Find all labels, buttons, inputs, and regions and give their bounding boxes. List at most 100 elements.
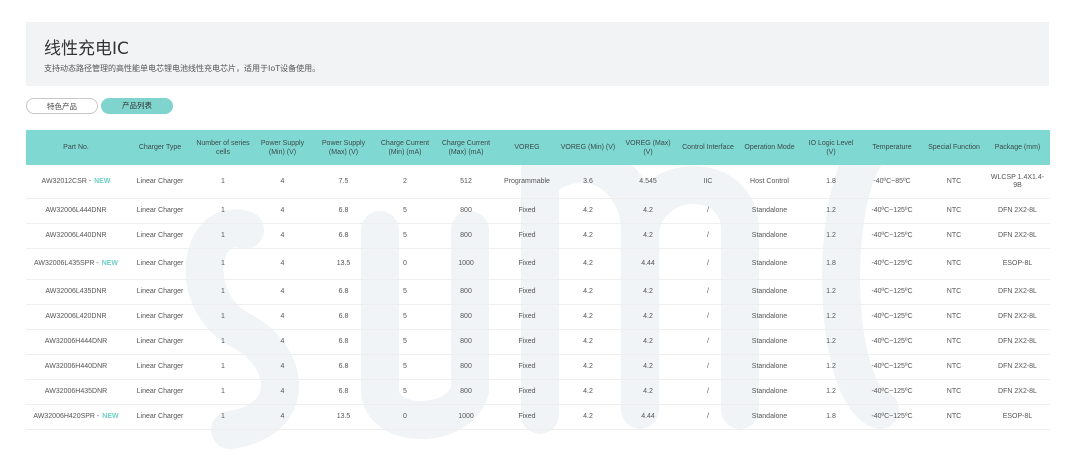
table-cell: /: [678, 354, 738, 380]
table-cell: NTC: [923, 198, 985, 224]
table-cell: Standalone: [738, 304, 801, 330]
part-number-cell[interactable]: AW32006L440DNR: [26, 223, 126, 249]
table-cell: 800: [436, 354, 496, 380]
table-cell: 4.2: [618, 198, 678, 224]
table-cell: 800: [436, 379, 496, 405]
part-number-cell[interactable]: AW32006H440DNR: [26, 354, 126, 380]
table-cell: 5: [374, 198, 436, 224]
table-cell: 1.8: [801, 165, 861, 199]
table-row[interactable]: AW32006L444DNR Linear Charger 1 4 6.8 5 800 Fix…: [26, 198, 1050, 224]
table-row[interactable]: AW32006L435SPR - NEW Linear Charger 1 4 13.5 0…: [26, 248, 1050, 280]
part-number[interactable]: AW32006L435SPR: [34, 260, 94, 267]
table-cell: 5: [374, 304, 436, 330]
part-number[interactable]: AW32012CSR: [42, 178, 87, 185]
part-number[interactable]: AW32006L435DNR: [45, 288, 106, 295]
table-cell: 1: [194, 198, 252, 224]
table-cell: -40ºC~125ºC: [861, 379, 923, 405]
table-cell: 1: [194, 354, 252, 380]
table-cell: NTC: [923, 165, 985, 199]
table-row[interactable]: AW32006H444DNR Linear Charger 1 4 6.8 5 800 Fix…: [26, 329, 1050, 355]
separator: -: [94, 413, 100, 420]
table-cell: 4.545: [618, 165, 678, 199]
column-header: Power Supply (Min) (V): [260, 139, 305, 156]
table-cell: 4: [252, 304, 313, 330]
table-cell: /: [678, 223, 738, 249]
table-row[interactable]: AW32006H420SPR - NEW Linear Charger 1 4 13.5 0…: [26, 404, 1050, 430]
part-number-cell[interactable]: AW32006L444DNR: [26, 198, 126, 224]
table-cell: NTC: [923, 404, 985, 430]
table-cell: 4.2: [558, 304, 618, 330]
table-cell: 6.8: [313, 354, 374, 380]
table-cell: 7.5: [313, 165, 374, 199]
table-cell: 13.5: [313, 248, 374, 280]
table-cell: 1: [194, 304, 252, 330]
tab-featured-products[interactable]: 特色产品: [26, 98, 98, 114]
product-table: Part No. Charger Type Number of series cel…: [26, 130, 1050, 430]
part-number-cell[interactable]: AW32012CSR - NEW: [26, 165, 126, 199]
table-cell: 4.2: [558, 404, 618, 430]
table-row[interactable]: AW32006L435DNR Linear Charger 1 4 6.8 5 800 Fix…: [26, 279, 1050, 305]
table-cell: 6.8: [313, 379, 374, 405]
page-header: 线性充电IC 支持动态路径管理的高性能单电芯锂电池线性充电芯片，适用于IoT设备…: [26, 22, 1049, 86]
table-cell: 6.8: [313, 279, 374, 305]
part-number[interactable]: AW32006H440DNR: [45, 363, 107, 370]
part-number-cell[interactable]: AW32006L420DNR: [26, 304, 126, 330]
table-cell: /: [678, 279, 738, 305]
table-cell: DFN 2X2-8L: [985, 354, 1050, 380]
column-header: IO Logic Level (V): [808, 139, 854, 156]
table-cell: 1.2: [801, 354, 861, 380]
table-cell: NTC: [923, 354, 985, 380]
part-number[interactable]: AW32006L420DNR: [45, 313, 106, 320]
table-cell: /: [678, 329, 738, 355]
part-number[interactable]: AW32006H420SPR: [33, 413, 95, 420]
tab-product-list[interactable]: 产品列表: [101, 98, 173, 114]
table-row[interactable]: AW32006L440DNR Linear Charger 1 4 6.8 5 800 Fix…: [26, 223, 1050, 249]
table-row[interactable]: AW32006H440DNR Linear Charger 1 4 6.8 5 800 Fix…: [26, 354, 1050, 380]
table-cell: DFN 2X2-8L: [985, 279, 1050, 305]
table-cell: DFN 2X2-8L: [985, 329, 1050, 355]
part-number[interactable]: AW32006H444DNR: [45, 338, 107, 345]
table-cell: 5: [374, 354, 436, 380]
table-cell: Linear Charger: [126, 379, 194, 405]
part-number[interactable]: AW32006L440DNR: [45, 232, 106, 239]
table-header-row: Part No. Charger Type Number of series cel…: [26, 130, 1050, 165]
table-cell: 4: [252, 279, 313, 305]
part-number-cell[interactable]: AW32006H420SPR - NEW: [26, 404, 126, 430]
part-number-cell[interactable]: AW32006L435DNR: [26, 279, 126, 305]
table-cell: 1000: [436, 248, 496, 280]
table-cell: Host Control: [738, 165, 801, 199]
table-row[interactable]: AW32006H435DNR Linear Charger 1 4 6.8 5 800 Fix…: [26, 379, 1050, 405]
part-number-cell[interactable]: AW32006L435SPR - NEW: [26, 248, 126, 280]
column-header: Special Function: [928, 144, 980, 151]
table-cell: Linear Charger: [126, 304, 194, 330]
table-cell: 3.6: [558, 165, 618, 199]
table-cell: 4.2: [618, 354, 678, 380]
column-header: Package (mm): [994, 144, 1041, 151]
table-cell: 4.2: [558, 248, 618, 280]
table-cell: 800: [436, 329, 496, 355]
table-row[interactable]: AW32006L420DNR Linear Charger 1 4 6.8 5 800 Fix…: [26, 304, 1050, 330]
table-cell: 13.5: [313, 404, 374, 430]
table-cell: 1: [194, 223, 252, 249]
table-cell: 1.2: [801, 279, 861, 305]
table-cell: -40ºC~125ºC: [861, 404, 923, 430]
part-number[interactable]: AW32006H435DNR: [45, 388, 107, 395]
table-cell: 512: [436, 165, 496, 199]
part-number-cell[interactable]: AW32006H444DNR: [26, 329, 126, 355]
column-header: Operation Mode: [744, 144, 795, 151]
table-cell: Standalone: [738, 354, 801, 380]
table-row[interactable]: AW32012CSR - NEW Linear Charger 1 4 7.5 2 512 Pr…: [26, 165, 1050, 199]
table-cell: /: [678, 304, 738, 330]
table-cell: Linear Charger: [126, 165, 194, 199]
column-header: Charger Type: [138, 144, 182, 151]
table-cell: Standalone: [738, 329, 801, 355]
table-cell: WLCSP 1.4X1.4-9B: [985, 165, 1050, 199]
table-cell: 5: [374, 223, 436, 249]
table-cell: Fixed: [496, 329, 558, 355]
part-number[interactable]: AW32006L444DNR: [45, 207, 106, 214]
table-cell: Standalone: [738, 223, 801, 249]
part-number-cell[interactable]: AW32006H435DNR: [26, 379, 126, 405]
table-cell: 1.8: [801, 404, 861, 430]
table-cell: 4.2: [618, 223, 678, 249]
table-cell: 4: [252, 354, 313, 380]
